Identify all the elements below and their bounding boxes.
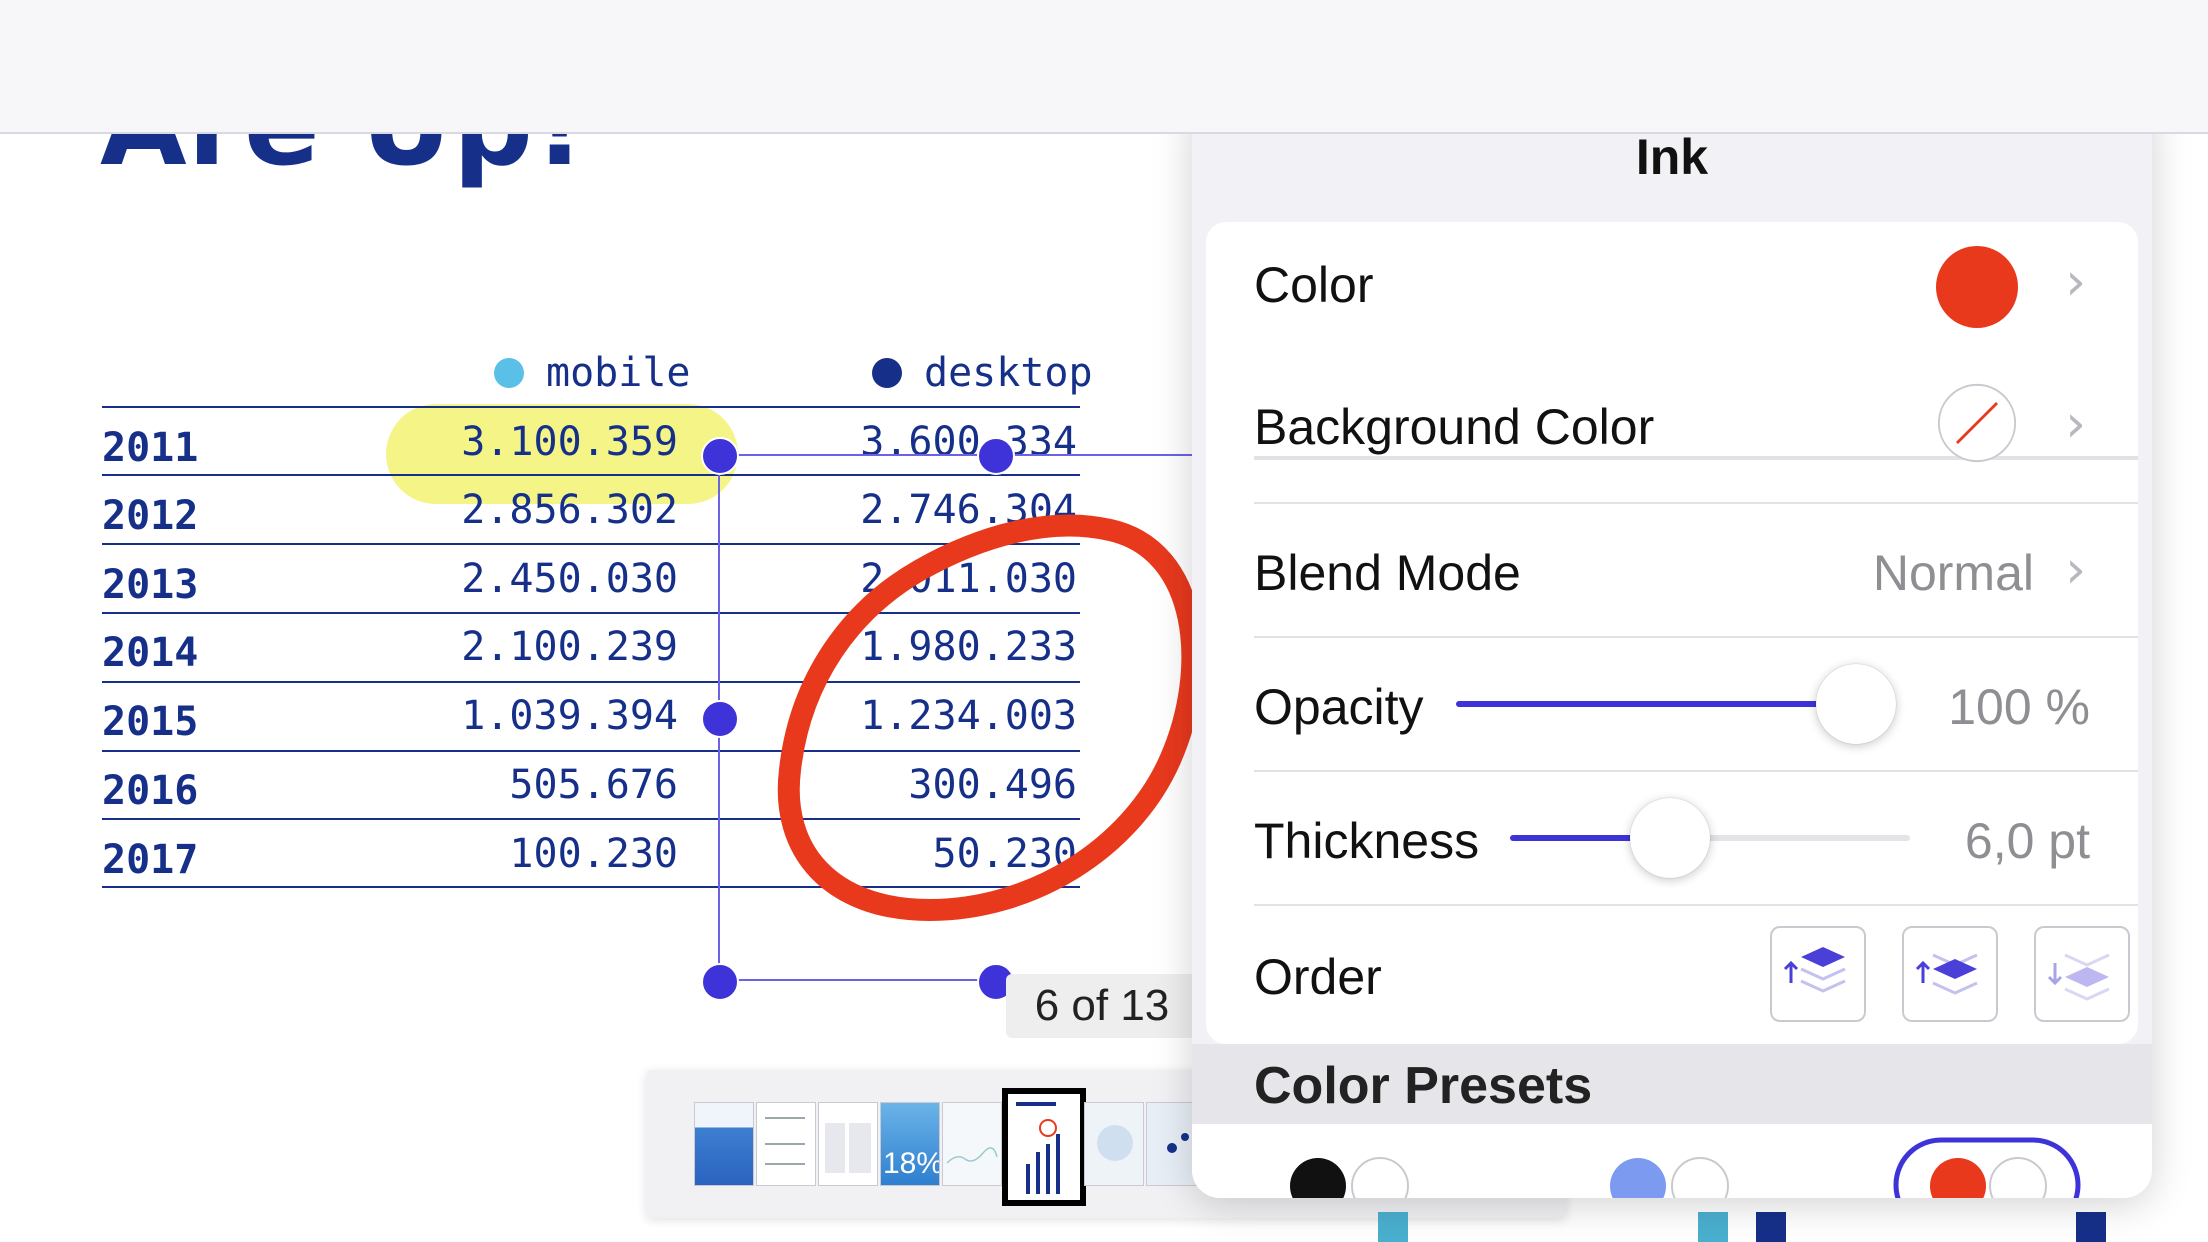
row-year: 2017 (102, 837, 199, 883)
opacity-row: Opacity 100 % (1206, 638, 2138, 770)
page-counter: 6 of 13 (1006, 974, 1198, 1038)
opacity-slider-fill (1456, 701, 1856, 707)
color-presets-list (1192, 1124, 2152, 1198)
bring-to-front-icon (1783, 947, 1846, 993)
bring-forward-icon (1915, 953, 1978, 995)
preset-swatch[interactable] (1930, 1158, 1986, 1198)
row-desktop-value: 3.600.334 (860, 419, 1077, 465)
row-mobile-value: 505.676 (509, 762, 678, 808)
thickness-slider[interactable] (1510, 835, 1910, 841)
color-swatch[interactable] (1936, 246, 2018, 328)
preset-swatch[interactable] (1671, 1157, 1729, 1198)
chart-bar-fragment (1698, 1212, 1728, 1242)
opacity-value: 100 % (1948, 679, 2090, 735)
row-year: 2012 (102, 493, 199, 539)
ink-properties-group: Color › Background Color › Blend Mode No… (1206, 222, 2138, 1044)
row-mobile-value: 2.450.030 (461, 556, 678, 602)
chart-bar-fragment (1378, 1212, 1408, 1242)
selection-edge-bottom (718, 979, 996, 981)
thickness-label: Thickness (1254, 813, 1480, 869)
page-thumbnail[interactable] (818, 1102, 878, 1186)
row-year: 2014 (102, 630, 199, 676)
thumb-badge: 18% (883, 1147, 940, 1180)
page-thumbnail[interactable] (756, 1102, 816, 1186)
legend-mobile: mobile (494, 350, 691, 396)
row-mobile-value: 1.039.394 (461, 693, 678, 739)
page-thumbnail[interactable] (694, 1102, 754, 1186)
chart-bar-fragment (2076, 1212, 2106, 1242)
preset-swatch[interactable] (1610, 1158, 1666, 1198)
chevron-right-icon: › (2065, 540, 2086, 600)
color-label: Color (1254, 257, 1374, 313)
background-color-row[interactable]: Background Color › (1206, 358, 2138, 502)
row-mobile-value: 100.230 (509, 831, 678, 877)
thickness-row: Thickness 6,0 pt (1206, 772, 2138, 904)
legend-label-mobile: mobile (546, 350, 691, 396)
thickness-value: 6,0 pt (1964, 813, 2090, 869)
toolbar-overlap (0, 0, 2208, 134)
bring-to-front-button[interactable] (1770, 926, 1866, 1022)
chevron-right-icon: › (2065, 252, 2086, 312)
color-presets-header: Color Presets (1192, 1044, 2152, 1124)
blend-mode-label: Blend Mode (1254, 545, 1521, 601)
send-backward-icon (2047, 953, 2110, 1001)
chevron-right-icon: › (2065, 394, 2086, 454)
row-year: 2011 (102, 425, 199, 471)
row-year: 2015 (102, 699, 199, 745)
legend-dot-desktop (872, 358, 902, 388)
order-row: Order (1206, 906, 2138, 1044)
preset-selected-outline (1893, 1137, 2081, 1198)
opacity-label: Opacity (1254, 679, 1424, 735)
page-thumbnail[interactable] (1084, 1102, 1144, 1186)
legend-label-desktop: desktop (924, 350, 1093, 396)
send-backward-button[interactable] (2034, 926, 2130, 1022)
row-mobile-value: 2.856.302 (461, 487, 678, 533)
ink-circle-annotation[interactable] (770, 510, 1210, 930)
ink-inspector-popover: Ink Color › Background Color › Blend Mod… (1192, 90, 2152, 1198)
row-mobile-value: 3.100.359 (461, 419, 678, 465)
preset-swatch[interactable] (1290, 1158, 1346, 1198)
selection-handle[interactable] (977, 437, 1015, 475)
bring-forward-button[interactable] (1902, 926, 1998, 1022)
no-color-swatch[interactable] (1936, 382, 2018, 464)
preset-swatch[interactable] (1989, 1157, 2047, 1198)
page-thumbnail[interactable]: 18% (880, 1102, 940, 1186)
selection-handle[interactable] (701, 437, 739, 475)
preset-swatch[interactable] (1351, 1157, 1409, 1198)
popover-title: Ink (1635, 129, 1709, 185)
selection-edge-top (718, 454, 1192, 456)
blend-mode-value: Normal (1872, 545, 2034, 601)
selection-handle[interactable] (701, 963, 739, 1001)
background-color-label: Background Color (1254, 399, 1655, 455)
table-rule (102, 406, 1080, 408)
opacity-slider-thumb[interactable] (1816, 664, 1896, 744)
legend-dot-mobile (494, 358, 524, 388)
color-row[interactable]: Color › (1206, 222, 2138, 356)
thickness-slider-thumb[interactable] (1630, 798, 1710, 878)
color-presets-label: Color Presets (1254, 1057, 1593, 1115)
blend-mode-row[interactable]: Blend Mode Normal › (1206, 504, 2138, 636)
row-year: 2013 (102, 562, 199, 608)
row-mobile-value: 2.100.239 (461, 624, 678, 670)
row-year: 2016 (102, 768, 199, 814)
page-thumbnail[interactable] (942, 1102, 1002, 1186)
opacity-slider[interactable] (1456, 701, 1856, 707)
chart-bar-fragment (1756, 1212, 1786, 1242)
selection-handle[interactable] (701, 700, 739, 738)
order-label: Order (1254, 949, 1382, 1005)
table-rule (102, 474, 1080, 476)
page-thumbnail-current[interactable] (1002, 1088, 1086, 1206)
legend-desktop: desktop (872, 350, 1093, 396)
